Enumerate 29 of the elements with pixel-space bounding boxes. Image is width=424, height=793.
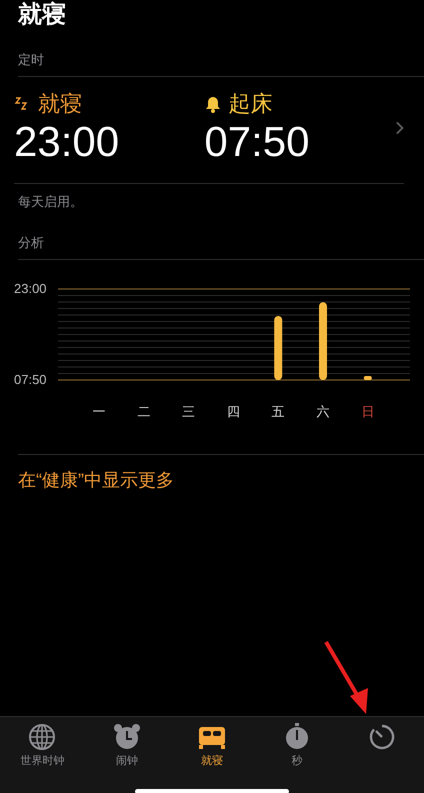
section-header: 定时	[18, 50, 424, 76]
tab[interactable]: 秒	[254, 717, 340, 793]
time-label: 就寝	[38, 90, 82, 116]
schedule-row[interactable]: 就寝 23:00 起床 07:50	[14, 76, 404, 184]
time-label: 起床	[228, 90, 272, 116]
axis-label: 23:00	[14, 282, 47, 296]
alarm-clock-icon	[113, 723, 142, 751]
bar	[274, 316, 282, 380]
timer-icon	[368, 723, 396, 751]
bell-icon	[204, 94, 222, 112]
section-header: 分析	[18, 233, 424, 260]
day-label: 一	[92, 404, 106, 420]
health-link[interactable]: 在“健康”中显示更多	[18, 466, 174, 494]
tab[interactable]: 世界时钟	[0, 717, 85, 793]
day-label: 二	[136, 404, 152, 420]
tab[interactable]: 闹钟	[84, 717, 170, 793]
bar	[364, 376, 372, 380]
time-value: 07:50	[204, 118, 310, 164]
globe-icon	[28, 723, 56, 751]
day-label: 六	[316, 404, 330, 420]
time-value: 23:00	[14, 118, 120, 164]
day-label: 五	[270, 404, 286, 420]
day-label: 三	[181, 404, 196, 420]
page-title: 就寝	[18, 2, 66, 28]
axis-label: 07:50	[14, 372, 47, 386]
chevron-right-icon	[394, 120, 404, 136]
day-label: 日	[360, 404, 376, 420]
day-label: 四	[226, 404, 241, 420]
schedule-note: 每天启用。	[18, 192, 84, 210]
